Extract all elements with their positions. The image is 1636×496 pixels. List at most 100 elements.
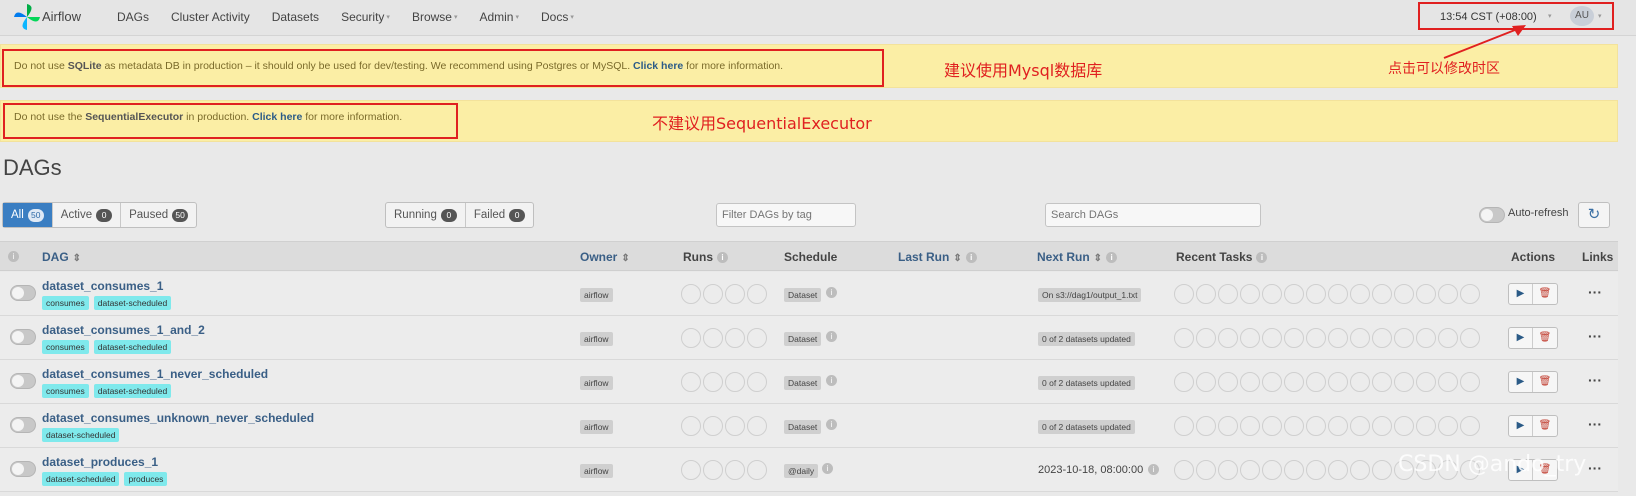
task-state-circle[interactable] — [1438, 416, 1458, 436]
task-state-circle[interactable] — [1372, 460, 1392, 480]
task-state-circle[interactable] — [1306, 372, 1326, 392]
more-links-button[interactable]: ··· — [1588, 284, 1602, 300]
task-state-circle[interactable] — [1350, 372, 1370, 392]
run-state-circle[interactable] — [747, 460, 767, 480]
tag-chip[interactable]: consumes — [42, 340, 89, 354]
task-state-circle[interactable] — [1460, 328, 1480, 348]
task-state-circle[interactable] — [1240, 284, 1260, 304]
task-state-circle[interactable] — [1328, 416, 1348, 436]
run-state-circle[interactable] — [703, 284, 723, 304]
task-state-circle[interactable] — [1460, 416, 1480, 436]
task-state-circle[interactable] — [1218, 284, 1238, 304]
owner-badge[interactable]: airflow — [580, 332, 613, 346]
filter-active-button[interactable]: Active 0 — [53, 203, 122, 227]
tag-chip[interactable]: dataset-scheduled — [42, 472, 120, 486]
more-links-button[interactable]: ··· — [1588, 460, 1602, 476]
info-icon[interactable]: i — [965, 252, 977, 264]
more-links-button[interactable]: ··· — [1588, 328, 1602, 344]
info-icon[interactable]: i — [826, 331, 837, 342]
nav-datasets[interactable]: Datasets — [272, 10, 319, 24]
info-icon[interactable]: i — [8, 251, 19, 262]
tag-filter-input[interactable] — [716, 203, 856, 227]
trigger-dag-button[interactable]: ▶ — [1509, 328, 1533, 348]
tag-chip[interactable]: dataset-scheduled — [93, 384, 172, 398]
task-state-circle[interactable] — [1460, 372, 1480, 392]
run-state-circle[interactable] — [747, 372, 767, 392]
dag-name-link[interactable]: dataset_consumes_1_never_scheduled — [42, 367, 268, 381]
pause-toggle[interactable] — [10, 329, 36, 345]
task-state-circle[interactable] — [1416, 372, 1436, 392]
task-state-circle[interactable] — [1306, 416, 1326, 436]
task-state-circle[interactable] — [1174, 460, 1194, 480]
task-state-circle[interactable] — [1240, 372, 1260, 392]
pause-toggle[interactable] — [10, 461, 36, 477]
refresh-button[interactable]: ↻ — [1578, 202, 1610, 228]
task-state-circle[interactable] — [1262, 372, 1282, 392]
task-state-circle[interactable] — [1262, 416, 1282, 436]
task-state-circle[interactable] — [1218, 416, 1238, 436]
col-last-run[interactable]: Last Run ⇕ i — [898, 250, 977, 264]
dag-name-link[interactable]: dataset_consumes_unknown_never_scheduled — [42, 411, 314, 425]
dag-name-link[interactable]: dataset_consumes_1_and_2 — [42, 323, 205, 337]
task-state-circle[interactable] — [1438, 284, 1458, 304]
info-icon[interactable]: i — [822, 463, 833, 474]
run-state-circle[interactable] — [725, 328, 745, 348]
delete-dag-button[interactable]: 🗑 — [1533, 372, 1557, 392]
run-state-circle[interactable] — [681, 372, 701, 392]
task-state-circle[interactable] — [1460, 284, 1480, 304]
task-state-circle[interactable] — [1284, 284, 1304, 304]
run-state-circle[interactable] — [725, 416, 745, 436]
task-state-circle[interactable] — [1372, 416, 1392, 436]
filter-running-button[interactable]: Running 0 — [386, 203, 466, 227]
filter-failed-button[interactable]: Failed 0 — [466, 203, 533, 227]
task-state-circle[interactable] — [1196, 416, 1216, 436]
run-state-circle[interactable] — [725, 372, 745, 392]
task-state-circle[interactable] — [1284, 372, 1304, 392]
delete-dag-button[interactable]: 🗑 — [1533, 416, 1557, 436]
task-state-circle[interactable] — [1174, 328, 1194, 348]
pause-toggle[interactable] — [10, 417, 36, 433]
tag-chip[interactable]: dataset-scheduled — [93, 340, 172, 354]
owner-badge[interactable]: airflow — [580, 464, 613, 478]
filter-paused-button[interactable]: Paused 50 — [121, 203, 196, 227]
task-state-circle[interactable] — [1284, 460, 1304, 480]
task-state-circle[interactable] — [1394, 284, 1414, 304]
trigger-dag-button[interactable]: ▶ — [1509, 284, 1533, 304]
task-state-circle[interactable] — [1372, 328, 1392, 348]
task-state-circle[interactable] — [1240, 416, 1260, 436]
airflow-logo-icon[interactable] — [12, 2, 42, 32]
run-state-circle[interactable] — [703, 328, 723, 348]
task-state-circle[interactable] — [1196, 372, 1216, 392]
nav-security[interactable]: Security ▾ — [341, 10, 390, 24]
owner-badge[interactable]: airflow — [580, 420, 613, 434]
task-state-circle[interactable] — [1416, 328, 1436, 348]
task-state-circle[interactable] — [1438, 328, 1458, 348]
task-state-circle[interactable] — [1174, 416, 1194, 436]
task-state-circle[interactable] — [1438, 372, 1458, 392]
col-next-run[interactable]: Next Run ⇕ i — [1037, 250, 1118, 264]
dag-name-link[interactable]: dataset_produces_1 — [42, 455, 158, 469]
task-state-circle[interactable] — [1240, 460, 1260, 480]
task-state-circle[interactable] — [1196, 460, 1216, 480]
info-icon[interactable]: i — [1256, 252, 1268, 264]
nav-browse[interactable]: Browse ▾ — [412, 10, 458, 24]
col-owner[interactable]: Owner ⇕ — [580, 250, 630, 264]
task-state-circle[interactable] — [1372, 284, 1392, 304]
auto-refresh-toggle[interactable] — [1479, 207, 1505, 223]
info-icon[interactable]: i — [826, 287, 837, 298]
task-state-circle[interactable] — [1306, 328, 1326, 348]
info-icon[interactable]: i — [717, 252, 728, 264]
info-icon[interactable]: i — [1106, 252, 1118, 264]
task-state-circle[interactable] — [1350, 460, 1370, 480]
next-run-badge[interactable]: On s3://dag1/output_1.txt — [1038, 288, 1142, 302]
task-state-circle[interactable] — [1350, 284, 1370, 304]
task-state-circle[interactable] — [1416, 284, 1436, 304]
task-state-circle[interactable] — [1174, 284, 1194, 304]
col-dag[interactable]: DAG ⇕ — [42, 250, 81, 264]
task-state-circle[interactable] — [1218, 372, 1238, 392]
task-state-circle[interactable] — [1306, 284, 1326, 304]
task-state-circle[interactable] — [1350, 416, 1370, 436]
info-icon[interactable]: i — [826, 375, 837, 386]
task-state-circle[interactable] — [1394, 372, 1414, 392]
task-state-circle[interactable] — [1328, 328, 1348, 348]
